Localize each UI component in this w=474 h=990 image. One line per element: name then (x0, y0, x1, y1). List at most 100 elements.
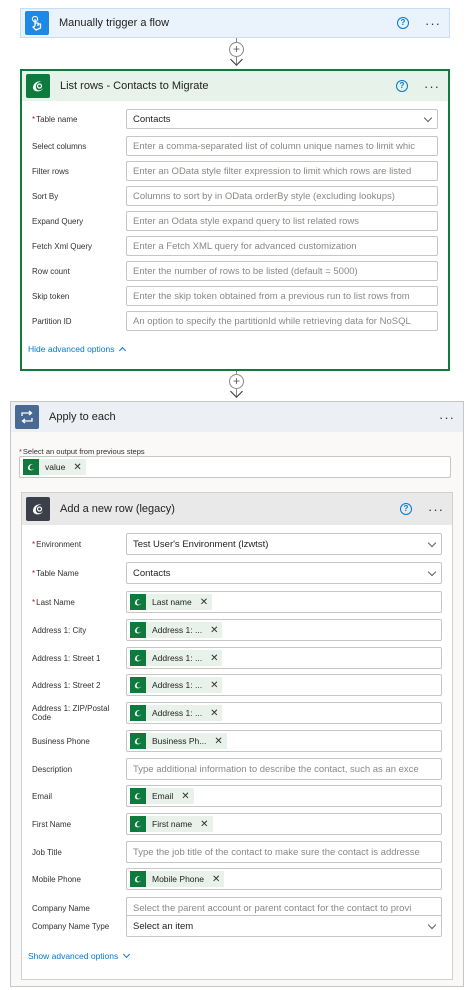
fetch-xml-input[interactable]: Enter a Fetch XML query for advanced cus… (126, 236, 438, 256)
more-options-icon[interactable]: ··· (425, 17, 441, 30)
partition-id-input[interactable]: An option to specify the partitionId whi… (126, 311, 438, 331)
table-name-dropdown[interactable]: Contacts (126, 562, 442, 584)
more-options-icon[interactable]: ··· (428, 503, 444, 516)
add-row-field-row: Description Type additional information t… (32, 758, 442, 780)
filter-rows-row: Filter rows Enter an OData style filter … (32, 161, 438, 181)
skip-token-input[interactable]: Enter the skip token obtained from a pre… (126, 286, 438, 306)
token-input[interactable]: Email ✕ (126, 785, 442, 807)
value-token[interactable]: value ✕ (23, 459, 86, 475)
remove-token-icon[interactable]: ✕ (210, 625, 218, 636)
select-columns-row: Select columns Enter a comma-separated l… (32, 136, 438, 156)
dataverse-icon (130, 733, 146, 749)
field-label: *Environment (32, 539, 82, 549)
token-input[interactable]: First name ✕ (126, 813, 442, 835)
token-label: Email (152, 791, 174, 801)
hand-touch-icon (25, 11, 49, 35)
environment-dropdown[interactable]: Test User's Environment (lzwtst) (126, 533, 442, 555)
remove-token-icon[interactable]: ✕ (214, 736, 222, 747)
field-label: First Name (32, 819, 72, 829)
select-output-label: *Select an output from previous steps (19, 447, 145, 456)
token-label: Mobile Phone (152, 874, 204, 884)
dynamic-content-token[interactable]: Mobile Phone ✕ (130, 871, 225, 887)
add-row-field-row: Address 1: City Address 1: ... ✕ (32, 619, 442, 641)
dropdown-value: Contacts (133, 567, 171, 579)
dataverse-icon (130, 594, 146, 610)
row-count-input[interactable]: Enter the number of rows to be listed (d… (126, 261, 438, 281)
trigger-card[interactable]: Manually trigger a flow ? ··· (20, 8, 450, 38)
remove-token-icon[interactable]: ✕ (73, 462, 81, 473)
table-name-dropdown[interactable]: Contacts (126, 109, 438, 129)
add-row-field-row: Job Title Type the job title of the conta… (32, 841, 442, 863)
add-row-field-row: First Name First name ✕ (32, 813, 442, 835)
select-output-input[interactable]: value ✕ (19, 456, 451, 478)
apply-to-each-card[interactable]: Apply to each ··· *Select an output from… (10, 401, 464, 987)
list-rows-title: List rows - Contacts to Migrate (60, 80, 209, 92)
text-input[interactable]: Type additional information to describe … (126, 758, 442, 780)
token-input[interactable]: Mobile Phone ✕ (126, 868, 442, 890)
dataverse-icon (130, 816, 146, 832)
company-name-type-row: Company Name Type Select an item (32, 915, 442, 937)
remove-token-icon[interactable]: ✕ (181, 791, 189, 802)
token-input[interactable]: Address 1: ... ✕ (126, 674, 442, 696)
dynamic-content-token[interactable]: Email ✕ (130, 788, 194, 804)
token-input[interactable]: Address 1: ... ✕ (126, 647, 442, 669)
dataverse-icon (130, 705, 146, 721)
add-row-field-row: Address 1: ZIP/Postal Code Address 1: ...… (32, 702, 442, 724)
sort-by-row: Sort By Columns to sort by in OData orde… (32, 186, 438, 206)
remove-token-icon[interactable]: ✕ (210, 680, 218, 691)
dataverse-icon (130, 677, 146, 693)
fetch-xml-row: Fetch Xml Query Enter a Fetch XML query … (32, 236, 438, 256)
more-options-icon[interactable]: ··· (424, 80, 440, 93)
token-label: Address 1: ... (152, 625, 203, 635)
dynamic-content-token[interactable]: Last name ✕ (130, 594, 213, 610)
token-input[interactable]: Address 1: ... ✕ (126, 702, 442, 724)
help-icon[interactable]: ? (396, 80, 408, 92)
field-label: *Table Name (32, 568, 79, 578)
list-rows-card[interactable]: List rows - Contacts to Migrate ? ··· *T… (20, 69, 450, 371)
more-options-icon[interactable]: ··· (439, 411, 455, 424)
token-label: Business Ph... (152, 736, 207, 746)
dynamic-content-token[interactable]: Address 1: ... ✕ (130, 622, 223, 638)
token-input[interactable]: Address 1: ... ✕ (126, 619, 442, 641)
dynamic-content-token[interactable]: Address 1: ... ✕ (130, 705, 223, 721)
text-input[interactable]: Type the job title of the contact to mak… (126, 841, 442, 863)
link-label: Hide advanced options (28, 344, 115, 354)
chevron-down-icon (427, 567, 437, 576)
show-advanced-options-link[interactable]: Show advanced options (28, 950, 131, 961)
field-label: Expand Query (32, 216, 84, 226)
dynamic-content-token[interactable]: Address 1: ... ✕ (130, 677, 223, 693)
help-icon[interactable]: ? (397, 17, 409, 29)
dataverse-icon (23, 459, 39, 475)
skip-token-row: Skip token Enter the skip token obtained… (32, 286, 438, 306)
field-label: Address 1: ZIP/Postal Code (32, 704, 110, 722)
select-columns-input[interactable]: Enter a comma-separated list of column u… (126, 136, 438, 156)
remove-token-icon[interactable]: ✕ (200, 819, 208, 830)
token-input[interactable]: Last name ✕ (126, 591, 442, 613)
dynamic-content-token[interactable]: Address 1: ... ✕ (130, 650, 223, 666)
dynamic-content-token[interactable]: First name ✕ (130, 816, 213, 832)
field-label: Address 1: Street 2 (32, 680, 101, 690)
remove-token-icon[interactable]: ✕ (210, 653, 218, 664)
dataverse-icon (26, 74, 50, 98)
token-input[interactable]: Business Ph... ✕ (126, 730, 442, 752)
filter-rows-input[interactable]: Enter an OData style filter expression t… (126, 161, 438, 181)
partition-id-row: Partition ID An option to specify the pa… (32, 311, 438, 331)
hide-advanced-options-link[interactable]: Hide advanced options (28, 344, 127, 355)
sort-by-input[interactable]: Columns to sort by in OData orderBy styl… (126, 186, 438, 206)
add-row-field-row: Address 1: Street 2 Address 1: ... ✕ (32, 674, 442, 696)
token-label: value (45, 462, 66, 472)
field-label: Select columns (32, 141, 87, 151)
dataverse-icon (26, 497, 50, 521)
dataverse-icon (130, 788, 146, 804)
add-row-card[interactable]: Add a new row (legacy) ? ··· *Environmen… (21, 492, 453, 980)
field-label: Address 1: City (32, 625, 87, 635)
field-label: Company Name (32, 903, 90, 913)
remove-token-icon[interactable]: ✕ (210, 708, 218, 719)
help-icon[interactable]: ? (400, 503, 412, 515)
expand-query-input[interactable]: Enter an Odata style expand query to lis… (126, 211, 438, 231)
dynamic-content-token[interactable]: Business Ph... ✕ (130, 733, 227, 749)
token-label: First name (152, 819, 193, 829)
remove-token-icon[interactable]: ✕ (200, 597, 208, 608)
remove-token-icon[interactable]: ✕ (212, 874, 220, 885)
company-name-type-dropdown[interactable]: Select an item (126, 915, 442, 937)
